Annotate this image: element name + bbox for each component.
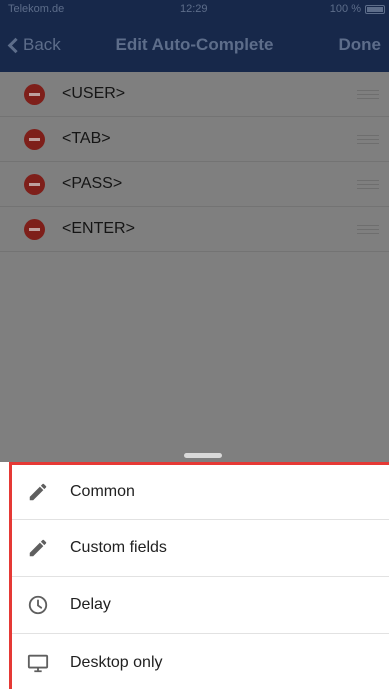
sheet-item-label: Custom fields <box>70 539 167 556</box>
clock-label: 12:29 <box>180 3 208 15</box>
status-bar: Telekom.de 12:29 100 % <box>0 0 389 20</box>
battery-icon <box>365 5 385 14</box>
clock-icon <box>27 594 49 616</box>
sheet-item-delay[interactable]: Delay <box>12 577 389 634</box>
navigation-bar: Back Edit Auto-Complete Done <box>0 20 389 72</box>
sheet-item-custom-fields[interactable]: Custom fields <box>12 520 389 577</box>
reorder-handle-icon[interactable] <box>357 90 379 99</box>
delete-icon[interactable] <box>24 173 45 195</box>
carrier-label: Telekom.de <box>8 3 65 15</box>
reorder-handle-icon[interactable] <box>357 225 379 234</box>
page-title: Edit Auto-Complete <box>115 35 274 54</box>
bottom-sheet: Common Custom fields Delay Desktop only <box>9 462 389 689</box>
pencil-icon <box>27 537 49 559</box>
list-item: <USER> <box>0 72 389 117</box>
sheet-item-label: Desktop only <box>70 653 163 671</box>
battery-label: 100 % <box>329 3 361 15</box>
reorder-handle-icon[interactable] <box>357 180 379 189</box>
sheet-item-common[interactable]: Common <box>12 465 389 520</box>
sheet-item-label: Common <box>70 483 135 500</box>
list-item: <ENTER> <box>0 207 389 252</box>
auto-complete-list: <USER> <TAB> <PASS> <ENTER> <box>0 72 389 252</box>
pencil-icon <box>27 481 49 503</box>
list-item-label: <USER> <box>62 85 126 102</box>
sheet-item-desktop-only[interactable]: Desktop only <box>12 634 389 689</box>
delete-icon[interactable] <box>24 128 45 150</box>
delete-icon[interactable] <box>24 83 45 105</box>
monitor-icon <box>27 652 49 674</box>
list-item-label: <ENTER> <box>62 220 135 237</box>
sheet-item-label: Delay <box>70 596 111 613</box>
list-item: <PASS> <box>0 162 389 207</box>
reorder-handle-icon[interactable] <box>357 135 379 144</box>
dimmed-background[interactable]: Telekom.de 12:29 100 % Back Edit Auto-Co… <box>0 0 389 462</box>
list-item-label: <TAB> <box>62 130 111 147</box>
list-item-label: <PASS> <box>62 175 123 192</box>
delete-icon[interactable] <box>24 218 45 240</box>
done-button[interactable]: Done <box>339 35 382 55</box>
list-item: <TAB> <box>0 117 389 162</box>
sheet-drag-handle[interactable] <box>184 453 222 458</box>
